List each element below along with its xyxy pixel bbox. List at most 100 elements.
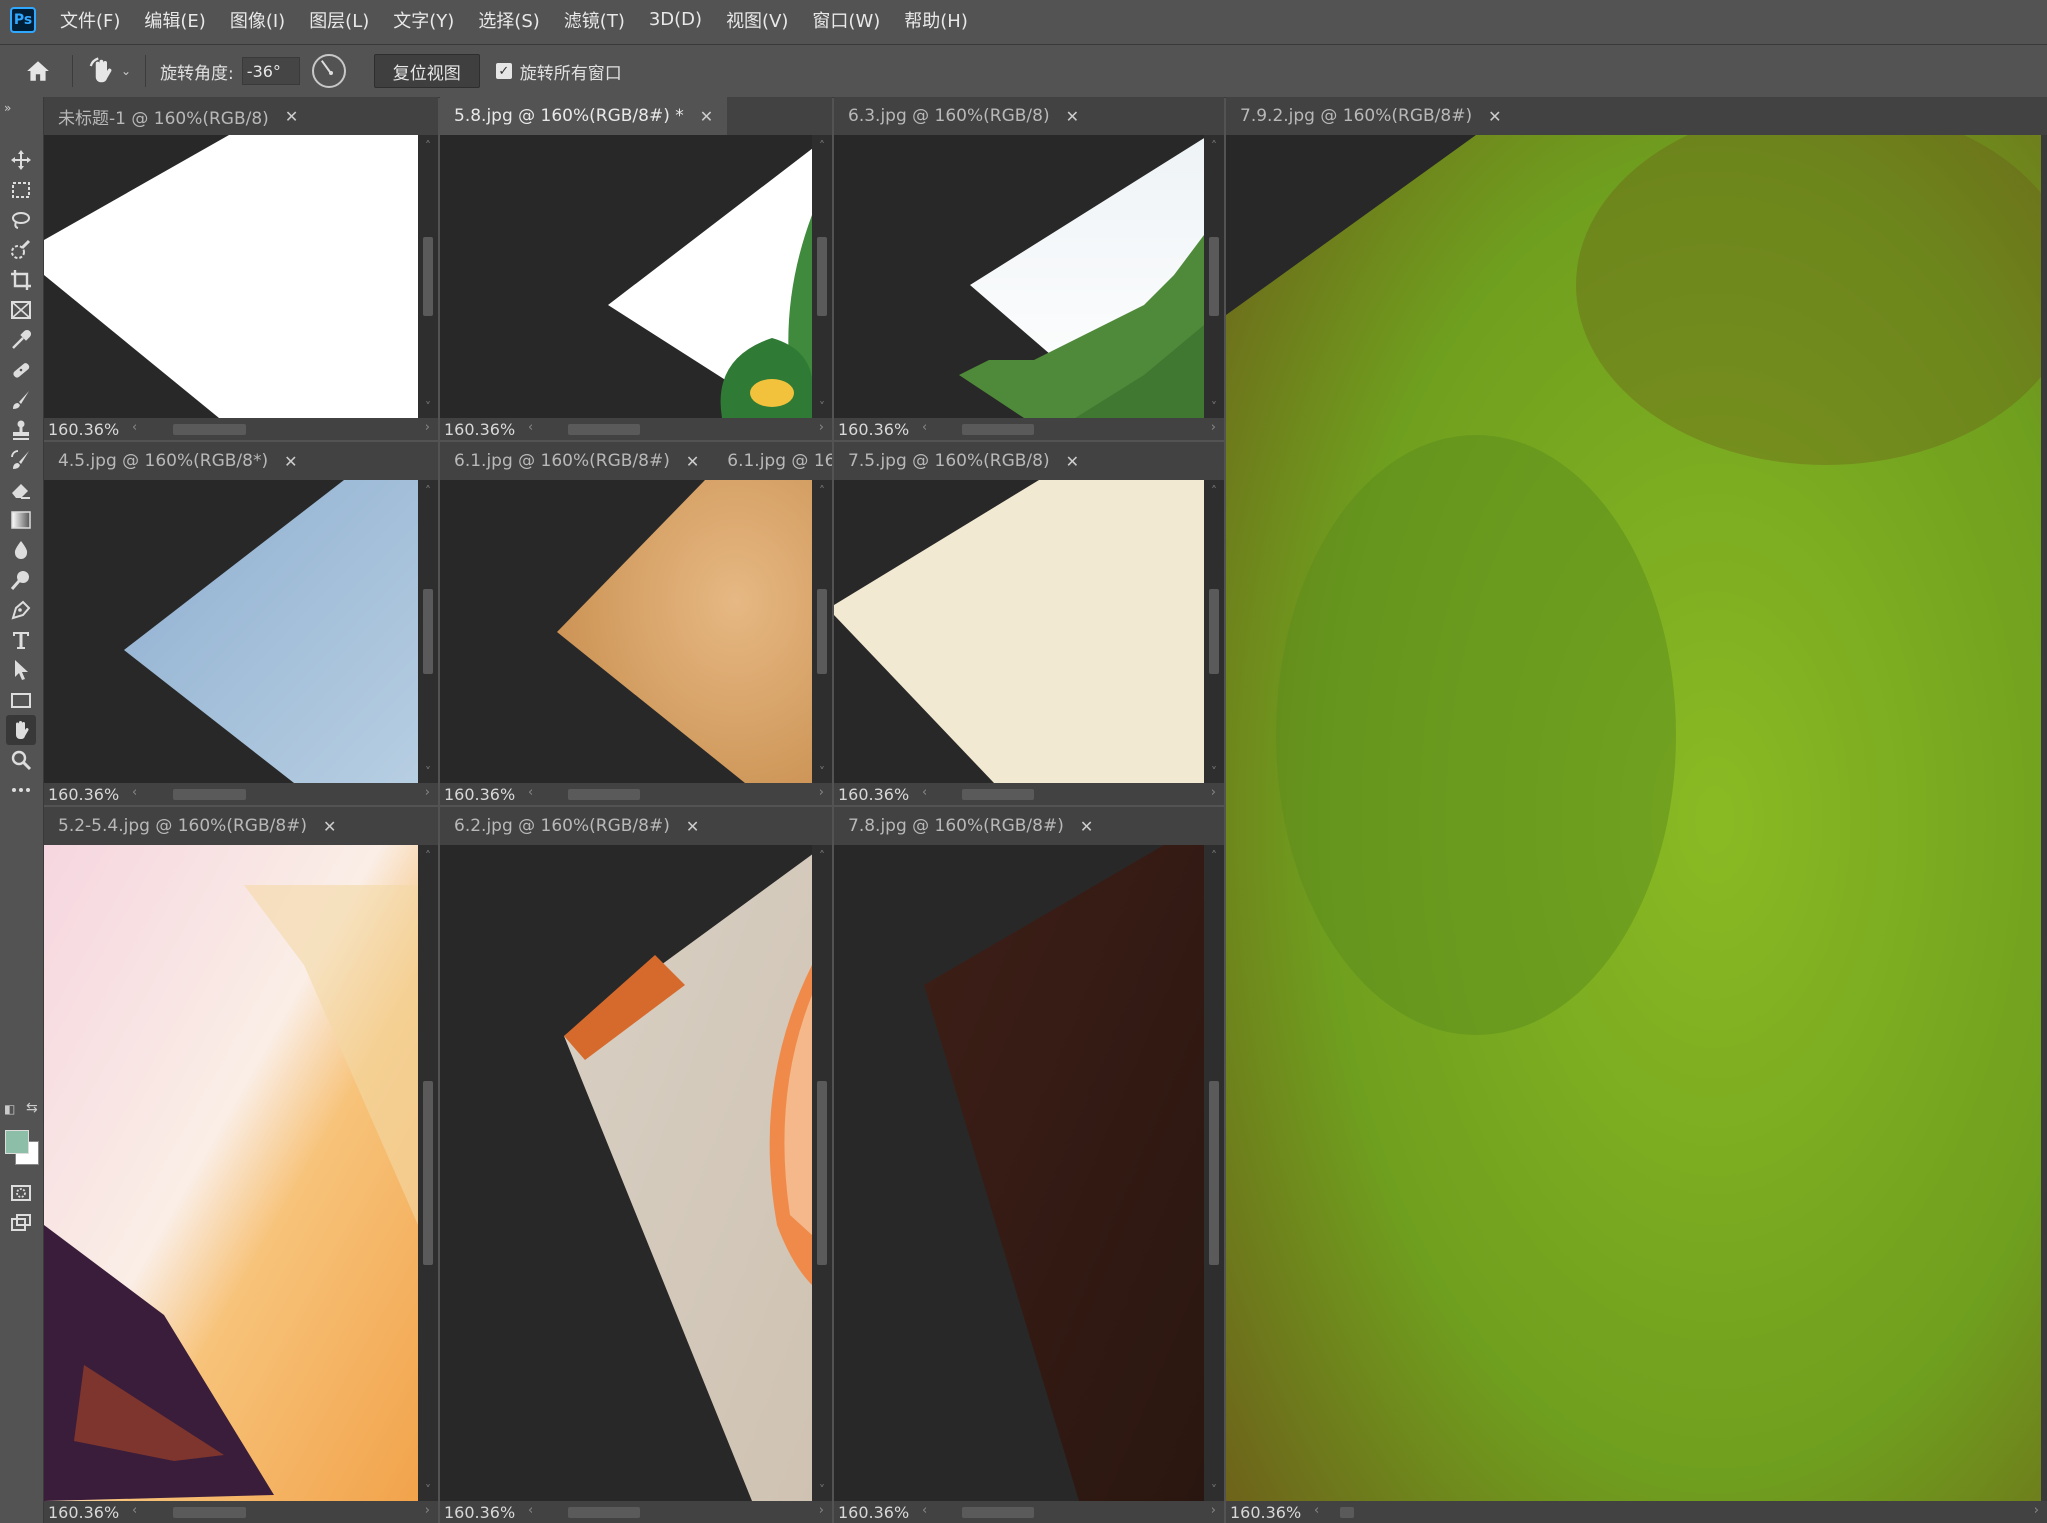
document-canvas[interactable]	[44, 845, 418, 1501]
scrollbar-thumb[interactable]	[423, 1081, 433, 1265]
close-icon[interactable]: ✕	[686, 817, 699, 836]
scroll-down-icon[interactable]: ˅	[418, 400, 438, 414]
stamp-icon[interactable]	[6, 415, 36, 445]
horizontal-scrollbar[interactable]: ‹ ›	[918, 1501, 1224, 1523]
close-icon[interactable]: ✕	[1066, 452, 1079, 471]
frame-icon[interactable]	[6, 295, 36, 325]
close-icon[interactable]: ✕	[1066, 107, 1079, 126]
zoom-level[interactable]: 160.36%	[838, 420, 918, 439]
scroll-down-icon[interactable]: ˅	[418, 1483, 438, 1497]
foreground-color-swatch[interactable]	[5, 1130, 29, 1154]
scroll-right-icon[interactable]: ›	[2034, 1503, 2039, 1518]
lasso-icon[interactable]	[6, 205, 36, 235]
scroll-right-icon[interactable]: ›	[1211, 420, 1216, 435]
zoom-level[interactable]: 160.36%	[444, 1503, 524, 1522]
rotate-all-windows-option[interactable]: ✓ 旋转所有窗口	[495, 59, 630, 84]
document-canvas[interactable]	[440, 135, 812, 418]
scroll-down-icon[interactable]: ˅	[812, 1483, 832, 1497]
document-tab[interactable]: 7.5.jpg @ 160%(RGB/8) ✕	[834, 442, 1094, 480]
scrollbar-thumb[interactable]	[817, 1081, 827, 1265]
history-brush-icon[interactable]	[6, 445, 36, 475]
scroll-right-icon[interactable]: ›	[819, 420, 824, 435]
document-canvas[interactable]	[834, 845, 1204, 1501]
zoom-level[interactable]: 160.36%	[838, 1503, 918, 1522]
scrollbar-thumb[interactable]	[1209, 236, 1219, 317]
vertical-scrollbar[interactable]: ˄ ˅	[812, 845, 832, 1501]
scrollbar-thumb[interactable]	[568, 424, 640, 435]
document-canvas[interactable]	[1226, 135, 2041, 1501]
document-canvas[interactable]	[44, 480, 418, 783]
quick-select-icon[interactable]	[6, 235, 36, 265]
menu-image[interactable]: 图像(I)	[228, 3, 287, 37]
reset-view-button[interactable]: 复位视图	[373, 54, 480, 88]
scrollbar-thumb[interactable]	[817, 236, 827, 317]
scroll-up-icon[interactable]: ˄	[812, 139, 832, 153]
scroll-up-icon[interactable]: ˄	[812, 849, 832, 863]
horizontal-scrollbar[interactable]: ‹ ›	[1310, 1501, 2047, 1523]
vertical-scrollbar[interactable]: ˄ ˅	[1204, 845, 1224, 1501]
close-icon[interactable]: ✕	[700, 107, 713, 126]
vertical-scrollbar[interactable]: ˄ ˅	[1204, 135, 1224, 418]
scrollbar-thumb[interactable]	[1209, 589, 1219, 674]
scrollbar-thumb[interactable]	[173, 424, 246, 435]
document-tab[interactable]: 7.8.jpg @ 160%(RGB/8#) ✕	[834, 807, 1108, 845]
scroll-up-icon[interactable]: ˄	[1204, 139, 1224, 153]
vertical-scrollbar[interactable]: ˄ ˅	[1204, 480, 1224, 783]
path-select-icon[interactable]	[6, 655, 36, 685]
zoom-level[interactable]: 160.36%	[48, 420, 128, 439]
scroll-down-icon[interactable]: ˅	[418, 765, 438, 779]
zoom-level[interactable]: 160.36%	[48, 785, 128, 804]
scroll-left-icon[interactable]: ‹	[922, 420, 927, 435]
horizontal-scrollbar[interactable]: ‹ ›	[524, 418, 832, 440]
menu-help[interactable]: 帮助(H)	[902, 3, 970, 37]
horizontal-scrollbar[interactable]: ‹ ›	[524, 1501, 832, 1523]
eyedropper-icon[interactable]	[6, 325, 36, 355]
scroll-down-icon[interactable]: ˅	[1204, 765, 1224, 779]
scroll-up-icon[interactable]: ˄	[418, 849, 438, 863]
rotate-angle-input[interactable]	[241, 57, 300, 85]
brush-icon[interactable]	[6, 385, 36, 415]
scroll-down-icon[interactable]: ˅	[1204, 1483, 1224, 1497]
scrollbar-thumb[interactable]	[423, 589, 433, 674]
scroll-left-icon[interactable]: ‹	[528, 785, 533, 800]
horizontal-scrollbar[interactable]: ‹ ›	[128, 1501, 438, 1523]
scrollbar-thumb[interactable]	[568, 789, 640, 800]
gradient-icon[interactable]	[6, 505, 36, 535]
scrollbar-thumb[interactable]	[962, 1507, 1034, 1518]
tool-preset-picker[interactable]: ⌄	[87, 56, 131, 86]
zoom-level[interactable]: 160.36%	[444, 420, 524, 439]
eraser-icon[interactable]	[6, 475, 36, 505]
scroll-down-icon[interactable]: ˅	[812, 400, 832, 414]
zoom-icon[interactable]	[6, 745, 36, 775]
menu-window[interactable]: 窗口(W)	[810, 3, 882, 37]
vertical-scrollbar[interactable]: ˄ ˅	[812, 135, 832, 418]
document-tab[interactable]: 7.9.2.jpg @ 160%(RGB/8#) ✕	[1226, 97, 1516, 135]
close-icon[interactable]: ✕	[285, 107, 298, 126]
marquee-icon[interactable]	[6, 175, 36, 205]
document-canvas[interactable]	[440, 480, 812, 783]
document-tab[interactable]: 6.3.jpg @ 160%(RGB/8) ✕	[834, 97, 1094, 135]
horizontal-scrollbar[interactable]: ‹ ›	[918, 783, 1224, 805]
scroll-left-icon[interactable]: ‹	[922, 1503, 927, 1518]
document-canvas[interactable]	[834, 480, 1204, 783]
scroll-up-icon[interactable]: ˄	[1204, 849, 1224, 863]
menu-3d[interactable]: 3D(D)	[647, 5, 704, 34]
menu-edit[interactable]: 编辑(E)	[142, 3, 207, 37]
document-tab[interactable]: 6.1.jpg @ 160%(RGB/8#) ✕	[440, 442, 714, 480]
scrollbar-thumb[interactable]	[962, 424, 1034, 435]
scroll-left-icon[interactable]: ‹	[132, 1503, 137, 1518]
rotate-angle-dial[interactable]	[311, 54, 346, 88]
zoom-level[interactable]: 160.36%	[1230, 1503, 1310, 1522]
scroll-right-icon[interactable]: ›	[425, 1503, 430, 1518]
scroll-left-icon[interactable]: ‹	[132, 785, 137, 800]
quick-mask-icon[interactable]	[6, 1178, 36, 1208]
scroll-right-icon[interactable]: ›	[425, 420, 430, 435]
menu-view[interactable]: 视图(V)	[724, 3, 790, 37]
menu-filter[interactable]: 滤镜(T)	[562, 3, 627, 37]
default-colors-icon[interactable]: ◧	[4, 1102, 15, 1116]
scroll-up-icon[interactable]: ˄	[812, 484, 832, 498]
scroll-left-icon[interactable]: ‹	[922, 785, 927, 800]
scroll-right-icon[interactable]: ›	[425, 785, 430, 800]
horizontal-scrollbar[interactable]: ‹ ›	[128, 783, 438, 805]
scroll-right-icon[interactable]: ›	[819, 1503, 824, 1518]
